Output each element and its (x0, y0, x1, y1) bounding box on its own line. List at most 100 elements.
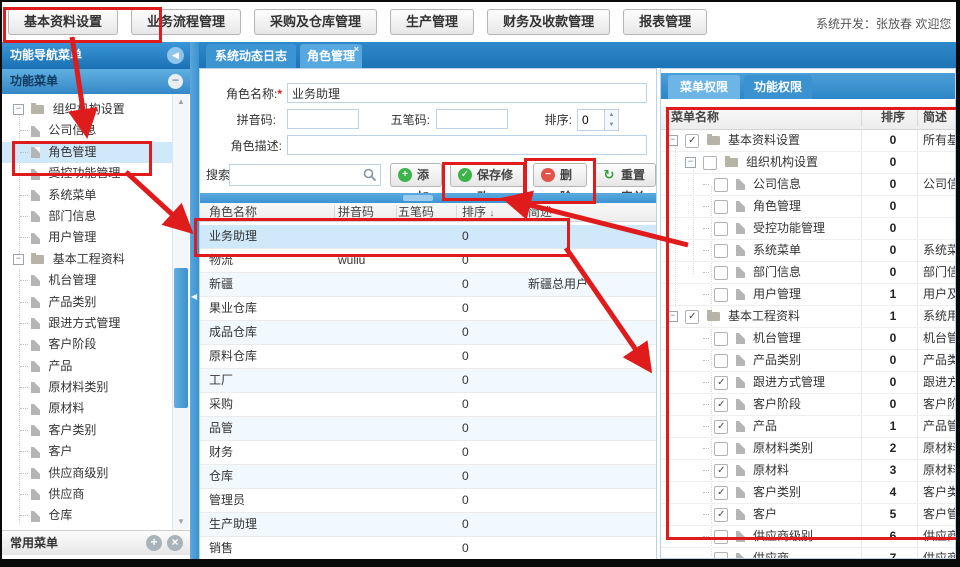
checkbox[interactable]: ✓ (714, 376, 728, 390)
splitter-collapse-icon[interactable]: ◀ (191, 292, 197, 301)
sidebar-tree-item[interactable]: 跟进方式管理 (2, 313, 172, 334)
panel-splitter[interactable]: ◀ (190, 42, 199, 559)
sidebar-tree-item[interactable]: 角色管理 (2, 142, 172, 163)
close-circle-icon[interactable]: × (167, 535, 183, 551)
top-menu-item[interactable]: 报表管理 (623, 9, 707, 35)
sidebar-tree-item[interactable]: 产品类别 (2, 292, 172, 313)
permission-tree-row[interactable]: ✓ 原材料 3 原材料 (661, 460, 955, 482)
checkbox[interactable] (714, 354, 728, 368)
sidebar-tree-item[interactable]: 系统菜单 (2, 185, 172, 206)
table-row[interactable]: 果业仓库 0 (200, 297, 656, 321)
checkbox[interactable]: ✓ (714, 420, 728, 434)
spinner-up-icon[interactable]: ▲ (604, 110, 618, 120)
column-header-sort[interactable]: 排序 ↓ (462, 203, 494, 223)
splitter-handle[interactable] (403, 195, 433, 201)
checkbox[interactable] (703, 156, 717, 170)
permission-tree-row[interactable]: 用户管理 1 用户及 (661, 284, 955, 306)
permission-tree-row[interactable]: 原材料类别 2 原材料 (661, 438, 955, 460)
sidebar-tree-item[interactable]: 客户阶段 (2, 334, 172, 355)
scroll-down-icon[interactable]: ▼ (173, 515, 189, 529)
delete-button[interactable]: − 删除 (533, 163, 587, 187)
top-menu-item[interactable]: 业务流程管理 (131, 9, 241, 35)
table-row[interactable]: 物流 wuliu 0 (200, 249, 656, 273)
sidebar-tree-item[interactable]: 仓库 (2, 505, 172, 526)
checkbox[interactable] (714, 200, 728, 214)
table-row[interactable]: 成品仓库 0 (200, 321, 656, 345)
collapse-icon[interactable]: − (13, 254, 24, 265)
column-header-desc[interactable]: 简述 (528, 203, 552, 221)
permission-tree-row[interactable]: ✓ 产品 1 产品管 (661, 416, 955, 438)
sidebar-tree-item[interactable]: 公司信息 (2, 120, 172, 141)
add-circle-icon[interactable]: + (146, 535, 162, 551)
permission-tree-row[interactable]: 产品类别 0 产品类 (661, 350, 955, 372)
checkbox[interactable]: ✓ (714, 398, 728, 412)
pinyin-input[interactable] (287, 109, 359, 129)
sidebar-tree-item[interactable]: 产品 (2, 356, 172, 377)
checkbox[interactable] (714, 266, 728, 280)
permission-tree-row[interactable]: 系统菜单 0 系统菜 (661, 240, 955, 262)
sort-input[interactable] (578, 110, 606, 130)
scroll-up-icon[interactable]: ▲ (173, 95, 189, 109)
sidebar-tree-item[interactable]: − 基本工程资料 (2, 249, 172, 270)
permission-tree-row[interactable]: ✓ 客户 5 客户管 (661, 504, 955, 526)
sidebar-tree-item[interactable]: 供应商级别 (2, 463, 172, 484)
column-header-sort[interactable]: 排序 (875, 106, 911, 129)
sidebar-tree-item[interactable]: 机台管理 (2, 270, 172, 291)
permission-tree-row[interactable]: 受控功能管理 0 (661, 218, 955, 240)
permission-tree-row[interactable]: 供应商 7 供应商 (661, 548, 955, 558)
tab-menu-permissions[interactable]: 菜单权限 (668, 75, 740, 99)
scrollbar-thumb[interactable] (174, 268, 188, 408)
checkbox[interactable] (714, 442, 728, 456)
collapse-icon[interactable]: − (685, 157, 696, 168)
collapse-icon[interactable]: − (667, 135, 678, 146)
sidebar-tree-item[interactable]: 客户类别 (2, 420, 172, 441)
permission-tree-row[interactable]: − ✓ 基本工程资料 1 系统用 (661, 306, 955, 328)
permission-tree-row[interactable]: 供应商级别 6 供应商 (661, 526, 955, 548)
top-menu-item[interactable]: 财务及收款管理 (487, 9, 610, 35)
checkbox[interactable]: ✓ (685, 134, 699, 148)
spinner-down-icon[interactable]: ▼ (604, 120, 618, 130)
table-row[interactable]: 品管 0 (200, 417, 656, 441)
sidebar-tree-item[interactable]: 原材料类别 (2, 377, 172, 398)
role-name-input[interactable] (287, 83, 647, 103)
table-row[interactable]: 新疆 0 新疆总用户 (200, 273, 656, 297)
sidebar-section-header[interactable]: 功能菜单 − (2, 69, 190, 94)
sidebar-tree-item[interactable]: 原材料 (2, 398, 172, 419)
checkbox[interactable] (714, 552, 728, 558)
table-row[interactable]: 销售 0 (200, 537, 656, 559)
tab-close-icon[interactable]: × (354, 45, 359, 54)
role-desc-input[interactable] (287, 135, 647, 155)
checkbox[interactable] (714, 332, 728, 346)
column-header-menu-name[interactable]: 菜单名称 (671, 106, 719, 129)
checkbox[interactable]: ✓ (714, 508, 728, 522)
permission-tree-row[interactable]: ✓ 客户类别 4 客户类 (661, 482, 955, 504)
sidebar-tree-item[interactable]: 部门信息 (2, 206, 172, 227)
permission-tree-row[interactable]: 公司信息 0 公司信 (661, 174, 955, 196)
checkbox[interactable] (714, 288, 728, 302)
top-menu-item[interactable]: 采购及仓库管理 (254, 9, 377, 35)
tab-role-management[interactable]: 角色管理 × (300, 44, 362, 68)
permission-tree-row[interactable]: − 组织机构设置 0 (661, 152, 955, 174)
section-collapse-icon[interactable]: − (168, 74, 183, 89)
sidebar-tree-item[interactable]: 供应商 (2, 484, 172, 505)
column-header-desc[interactable]: 简述 (923, 106, 947, 129)
checkbox[interactable]: ✓ (714, 486, 728, 500)
permission-tree-row[interactable]: − ✓ 基本资料设置 0 所有基 (661, 130, 955, 152)
checkbox[interactable] (714, 178, 728, 192)
sidebar-tree-item[interactable]: 用户管理 (2, 227, 172, 248)
checkbox[interactable] (714, 244, 728, 258)
tab-system-log[interactable]: 系统动态日志 (206, 44, 296, 68)
table-row[interactable]: 生产助理 0 (200, 513, 656, 537)
permission-tree-row[interactable]: 角色管理 0 (661, 196, 955, 218)
checkbox[interactable] (714, 222, 728, 236)
permission-tree-row[interactable]: 部门信息 0 部门信 (661, 262, 955, 284)
column-header-wubi[interactable]: 五笔码 (398, 203, 434, 221)
table-row[interactable]: 业务助理 0 (200, 225, 656, 249)
table-row[interactable]: 财务 0 (200, 441, 656, 465)
checkbox[interactable] (714, 530, 728, 544)
checkbox[interactable]: ✓ (714, 464, 728, 478)
tab-function-permissions[interactable]: 功能权限 (744, 75, 812, 99)
search-input[interactable] (229, 164, 381, 186)
column-header-pinyin[interactable]: 拼音码 (338, 203, 374, 221)
permission-tree-row[interactable]: 机台管理 0 机台管 (661, 328, 955, 350)
